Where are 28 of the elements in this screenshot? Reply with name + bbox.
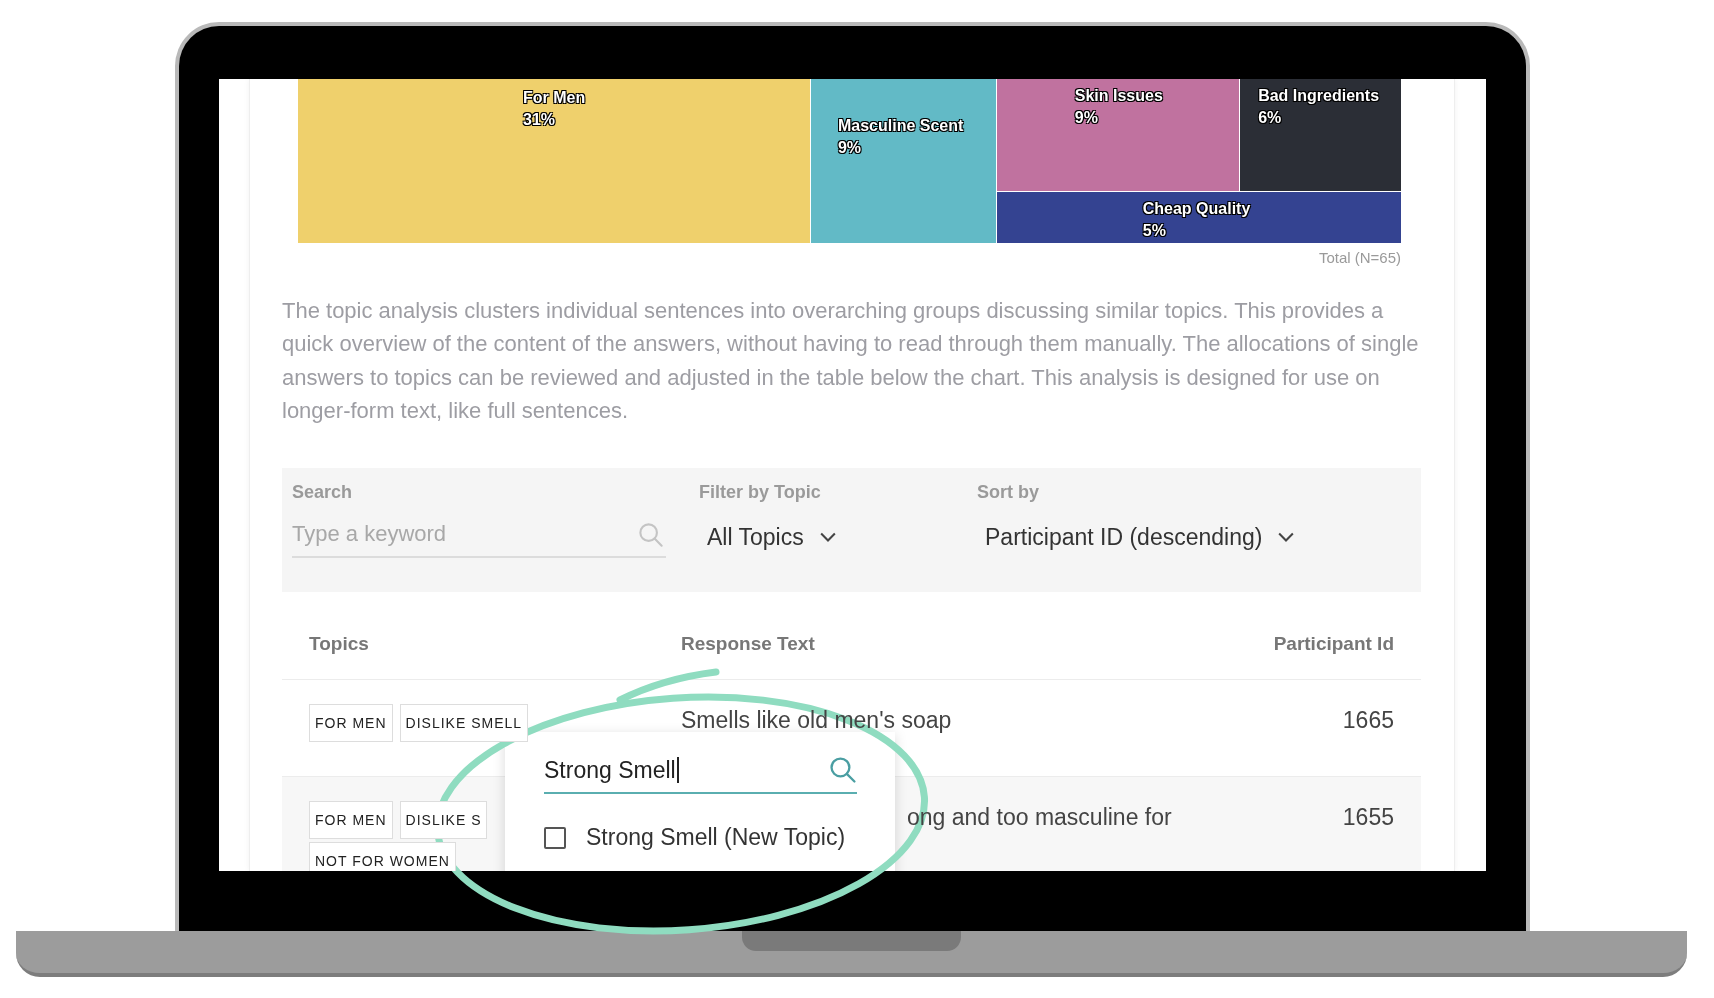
cell-label: For Men 31% [523,88,586,130]
topic-tag[interactable]: DISLIKE S [399,800,488,839]
checkbox[interactable] [544,826,566,849]
search-icon [829,756,857,784]
filter-label: Sort by [977,481,1040,504]
topic-tag[interactable]: DISLIKE SMELL [399,703,529,742]
search-icon [638,521,664,548]
topic-tag[interactable]: FOR MEN [309,800,393,839]
search-field[interactable]: Type a keyword [292,511,666,558]
cell-label: Cheap Quality 5% [1142,198,1251,241]
topic-tag[interactable]: NOT FOR WOMEN [309,841,456,871]
topic-dropdown[interactable]: All Topics [699,511,838,551]
table-cell-text: 1655 [1341,802,1394,832]
filter-label: Search [292,481,354,504]
description-paragraph: The topic analysis clusters individual sentences into overarching groups discussing similar topics. This provides a quick overview of the content of the answers, without having to read through them manually. The allocations of single answers to topics can be reviewed and adjusted in the table below the chart. This analysis is designed for use on longer-form text, like full sentences. [282,297,1420,426]
cell-label: Skin Issues 9% [1074,86,1163,128]
filter-label: Filter by Topic [699,481,822,504]
topic-search-field[interactable]: Strong Smell [544,748,857,794]
topic-tag[interactable]: FOR MEN [309,703,393,742]
cell-label: Bad Ingredients 6% [1258,86,1380,128]
cell-label: Masculine Scent 9% [837,116,964,158]
topic-option[interactable]: Strong Smell (New Topic) [505,814,895,861]
sort-dropdown[interactable]: Participant ID (descending) [977,511,1297,551]
table-cell-text: 1665 [1341,705,1394,735]
column-header: Participant Id [1272,633,1394,656]
column-header: Response Text [681,633,816,656]
total-count: Total (N=65) [1317,249,1401,266]
column-header: Topics [309,633,370,656]
